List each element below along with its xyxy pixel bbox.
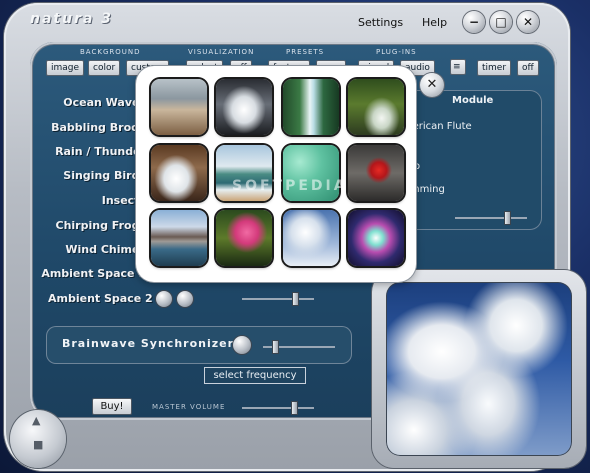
visualization-group-label: VISUALIZATION (188, 48, 255, 56)
module-slider-track[interactable] (455, 217, 527, 219)
ambient2-slider-thumb[interactable] (292, 292, 299, 306)
close-icon: ✕ (522, 15, 534, 29)
buy-button[interactable]: Buy! (92, 398, 132, 415)
watermark-text: SOFTPEDIA (232, 178, 348, 194)
plugins-group-label: PLUG-INS (376, 48, 417, 56)
module-slider-thumb[interactable] (504, 211, 511, 225)
close-icon: ✕ (426, 77, 438, 92)
thumb-forest-stream[interactable] (348, 79, 404, 135)
list-icon: ≡ (453, 62, 461, 72)
timer-button[interactable]: timer (477, 60, 512, 76)
presets-group-label: PRESETS (286, 48, 325, 56)
minimize-icon: − (468, 15, 480, 29)
overlay-close-button[interactable]: ✕ (420, 73, 444, 97)
module-header: Module (452, 95, 494, 106)
sound-ambient-space-2[interactable]: Ambient Space 2 (48, 292, 153, 305)
thumb-pink-flowers[interactable] (216, 210, 272, 266)
brainwave-slider-thumb[interactable] (272, 340, 279, 354)
background-group-label: BACKGROUND (80, 48, 141, 56)
sound-rain-thunder[interactable]: Rain / Thunder (55, 145, 146, 158)
app-title: natura 3 (30, 11, 114, 27)
sound-wind-chimes[interactable]: Wind Chimes (65, 243, 146, 256)
thumb-mountain-lake[interactable] (151, 210, 207, 266)
sound-list: Ocean Waves Babbling Brook Rain / Thunde… (40, 92, 146, 308)
nav-up-icon[interactable]: ▲ (32, 414, 40, 427)
sound-chirping-frogs[interactable]: Chirping Frogs (56, 219, 147, 232)
maximize-icon: □ (495, 15, 507, 29)
thumb-red-bird[interactable] (348, 145, 404, 201)
brainwave-knob[interactable] (233, 336, 251, 354)
background-color-button[interactable]: color (88, 60, 121, 76)
preview-clouds-image (386, 282, 572, 456)
select-frequency-button[interactable]: select frequency (204, 367, 306, 384)
minimize-button[interactable]: − (463, 11, 485, 33)
settings-menu[interactable]: Settings (358, 16, 403, 29)
close-button[interactable]: ✕ (517, 11, 539, 33)
brainwave-panel: Brainwave Synchronizer (46, 326, 352, 364)
thumb-waterfall[interactable] (283, 79, 339, 135)
sound-ambient-space-1[interactable]: Ambient Space 1 (41, 267, 146, 280)
ambient2-knob-right[interactable] (177, 291, 193, 307)
sound-babbling-brook[interactable]: Babbling Brook (51, 121, 146, 134)
help-menu[interactable]: Help (422, 16, 447, 29)
thumb-stream-rocks[interactable] (216, 79, 272, 135)
sound-singing-birds[interactable]: Singing Birds (63, 169, 146, 182)
ambient2-slider-track[interactable] (242, 298, 314, 300)
thumb-kaleidoscope[interactable] (348, 210, 404, 266)
maximize-button[interactable]: □ (490, 11, 512, 33)
nav-stop-icon[interactable]: ■ (33, 438, 43, 451)
brainwave-label: Brainwave Synchronizer (62, 337, 235, 350)
module-panel (404, 90, 542, 230)
thumb-beach-stones[interactable] (151, 79, 207, 135)
master-volume-label: MASTER VOLUME (152, 403, 226, 411)
sound-ocean-waves[interactable]: Ocean Waves (63, 96, 146, 109)
master-volume-track[interactable] (242, 407, 314, 409)
list-icon-button[interactable]: ≡ (450, 59, 466, 75)
master-volume-thumb[interactable] (291, 401, 298, 415)
background-image-button[interactable]: image (46, 60, 85, 76)
thumb-rapids[interactable] (151, 145, 207, 201)
ambient2-knob-left[interactable] (156, 291, 172, 307)
timer-off-button[interactable]: off (517, 60, 539, 76)
thumb-clouds[interactable] (283, 210, 339, 266)
